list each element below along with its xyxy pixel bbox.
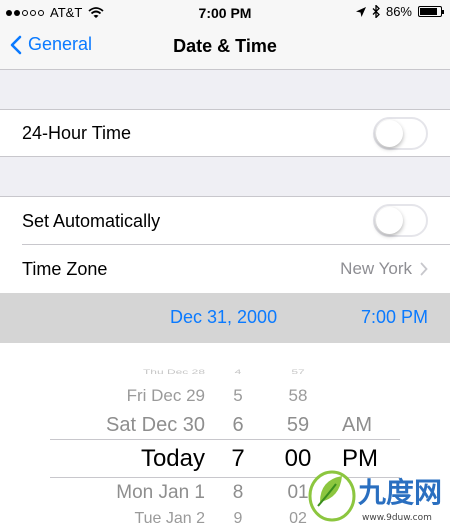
picker-selection-top-line [50, 439, 400, 440]
auto-time-group: Set Automatically Time Zone New York [0, 196, 450, 293]
status-bar: AT&T 7:00 PM 86% [0, 0, 450, 26]
set-automatically-label: Set Automatically [22, 211, 161, 231]
picker-date-item[interactable]: Thu Dec 28 [143, 368, 205, 376]
navigation-bar: General Date & Time [0, 26, 450, 70]
set-automatically-toggle[interactable] [373, 204, 428, 237]
chevron-right-icon [420, 262, 428, 276]
picker-date-item[interactable]: Fri Dec 29 [127, 386, 205, 406]
svg-text:九度网: 九度网 [358, 476, 442, 509]
picker-ampm-item[interactable]: AM [342, 414, 372, 437]
hour24-toggle[interactable] [373, 117, 428, 150]
time-zone-value-wrap: New York [340, 259, 428, 279]
status-right: 86% [355, 4, 444, 19]
picker-date-item[interactable]: Tue Jan 2 [134, 510, 205, 528]
picker-date-selected[interactable]: Today [141, 445, 205, 473]
time-zone-row[interactable]: Time Zone New York [0, 245, 450, 294]
battery-percent: 86% [385, 4, 412, 19]
location-arrow-icon [355, 6, 366, 17]
watermark-logo: 九度网 www.9duw.com [308, 470, 442, 523]
selected-time[interactable]: 7:00 PM [361, 307, 428, 328]
battery-icon [418, 6, 444, 17]
battery-fill [420, 8, 438, 15]
hour24-label: 24-Hour Time [22, 123, 132, 143]
toggle-knob [376, 207, 403, 234]
hour24-row: 24-Hour Time [0, 109, 450, 157]
time-zone-value: New York [340, 259, 412, 278]
datetime-header: Dec 31, 2000 7:00 PM [0, 293, 450, 343]
svg-text:www.9duw.com: www.9duw.com [362, 513, 432, 523]
toggle-knob [376, 120, 403, 147]
page-title: Date & Time [173, 36, 277, 56]
bluetooth-icon [372, 5, 380, 18]
picker-date-item[interactable]: Sat Dec 30 [106, 414, 205, 437]
time-zone-label: Time Zone [22, 259, 108, 279]
selected-date[interactable]: Dec 31, 2000 [170, 307, 277, 328]
picker-date-item[interactable]: Mon Jan 1 [116, 482, 205, 504]
